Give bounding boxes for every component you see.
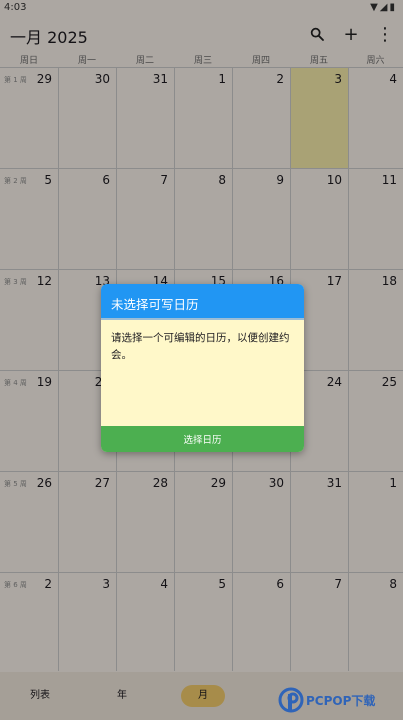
- select-calendar-button[interactable]: 选择日历: [101, 426, 304, 452]
- no-writable-calendar-dialog: 未选择可写日历 请选择一个可编辑的日历，以便创建约会。 选择日历: [101, 284, 304, 452]
- dialog-title: 未选择可写日历: [101, 284, 304, 320]
- watermark: PCPOP下载: [278, 686, 403, 716]
- watermark-logo-icon: [278, 687, 304, 713]
- dialog-message: 请选择一个可编辑的日历，以便创建约会。: [111, 332, 290, 361]
- watermark-text: PCPOP下载: [306, 694, 376, 708]
